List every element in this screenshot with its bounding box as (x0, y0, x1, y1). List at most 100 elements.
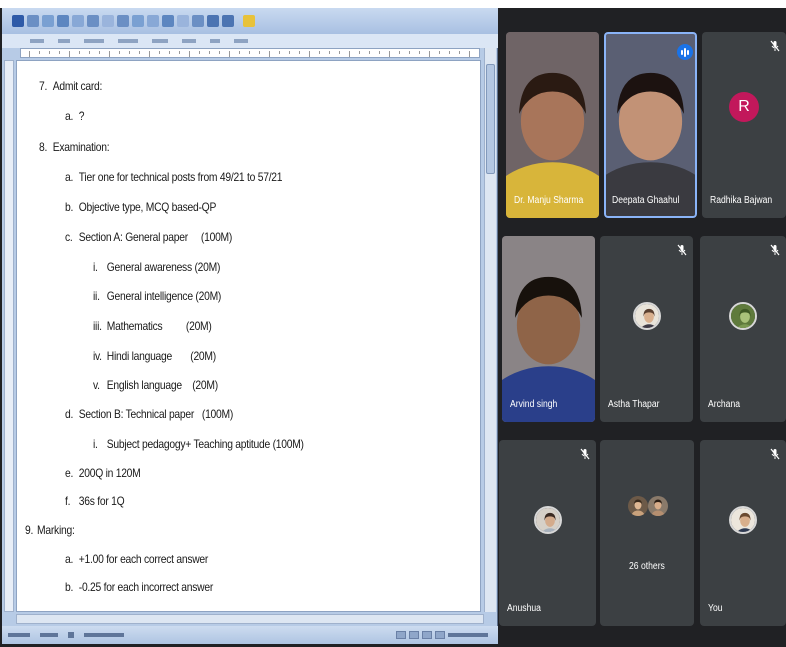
tab-references[interactable] (118, 39, 138, 43)
tab-insert[interactable] (58, 39, 70, 43)
tab-review[interactable] (182, 39, 196, 43)
ruler-tick (129, 51, 130, 54)
ruler-tick (409, 51, 410, 54)
redo-icon[interactable] (57, 15, 69, 27)
toolbar-icon[interactable] (207, 15, 219, 27)
document-line: b. -0.25 for each incorrect answer (65, 580, 213, 594)
ruler-tick (299, 51, 300, 54)
tab-addins[interactable] (234, 39, 248, 43)
tab-home[interactable] (30, 39, 44, 43)
mic-off-icon (580, 448, 590, 460)
ruler-tick (69, 51, 70, 57)
ruler-tick (99, 51, 100, 54)
vertical-scrollbar[interactable] (484, 48, 496, 612)
word-status-bar (2, 626, 498, 644)
list-item-text: 200Q in 120M (78, 466, 141, 480)
save-icon[interactable] (27, 15, 39, 27)
list-marker: iv. (93, 349, 102, 363)
horizontal-ruler[interactable] (20, 48, 480, 58)
list-marker: c. (65, 230, 73, 244)
proofing-icon[interactable] (68, 632, 74, 638)
ruler-tick (169, 51, 170, 54)
ruler-tick (189, 51, 190, 57)
participant-name: Arvind singh (510, 399, 558, 410)
vertical-ruler[interactable] (4, 60, 14, 612)
list-item-text: Examination: (52, 140, 110, 154)
ruler-tick (59, 51, 60, 54)
list-marker: 7. (39, 79, 48, 93)
toolbar-icon[interactable] (117, 15, 129, 27)
participant-tile[interactable]: Dr. Manju Sharma (506, 32, 599, 218)
list-marker: 10. (21, 609, 36, 611)
mic-off-icon (770, 448, 780, 460)
participant-tile[interactable]: Arvind singh (502, 236, 595, 422)
list-item-text: Section A: General paper (100M) (78, 230, 233, 244)
list-marker: ii. (93, 289, 100, 303)
print-layout-view-button[interactable] (396, 631, 406, 639)
toolbar-icon[interactable] (192, 15, 204, 27)
list-item-text: General intelligence (20M) (106, 289, 222, 303)
list-marker: a. (65, 170, 74, 184)
horizontal-scrollbar[interactable] (16, 614, 484, 624)
ruler-tick (289, 51, 290, 54)
word-count-status[interactable] (40, 633, 58, 637)
tab-mailings[interactable] (152, 39, 168, 43)
avatar (628, 496, 648, 516)
undo-icon[interactable] (42, 15, 54, 27)
toolbar-icon[interactable] (222, 15, 234, 27)
zoom-slider[interactable] (448, 633, 488, 637)
participant-video-feed (506, 32, 599, 218)
document-line: a. Tier one for technical posts from 49/2… (65, 170, 283, 184)
participant-tile[interactable]: Archana (700, 236, 786, 422)
toolbar-icon[interactable] (147, 15, 159, 27)
web-layout-view-button[interactable] (422, 631, 432, 639)
list-item-text: Section B: Technical paper (100M) (78, 407, 234, 421)
scrollbar-thumb[interactable] (486, 64, 495, 174)
folder-icon[interactable] (243, 15, 255, 27)
ruler-tick (229, 51, 230, 57)
participant-tile[interactable]: Deepata Ghaahul (604, 32, 697, 218)
ruler-tick (459, 51, 460, 54)
outline-view-button[interactable] (435, 631, 445, 639)
mic-off-icon (770, 244, 780, 256)
list-item-text: Result: (36, 609, 67, 611)
toolbar-icon[interactable] (102, 15, 114, 27)
document-line: 9. Marking: (25, 523, 75, 537)
full-screen-view-button[interactable] (409, 631, 419, 639)
participant-name: Deepata Ghaahul (612, 195, 680, 206)
list-marker: i. (93, 437, 98, 451)
page-count-status[interactable] (8, 633, 30, 637)
language-status[interactable] (84, 633, 124, 637)
participant-tile[interactable]: 26 others (600, 440, 694, 626)
ruler-tick (239, 51, 240, 54)
ruler-tick (29, 51, 30, 57)
toolbar-icon[interactable] (72, 15, 84, 27)
document-line: v. English language (20M) (93, 378, 218, 392)
participant-video-feed (502, 236, 595, 422)
list-item-text: Tier one for technical posts from 49/21 … (78, 170, 283, 184)
ruler-tick (479, 51, 480, 54)
list-item-text: -0.25 for each incorrect answer (78, 580, 214, 594)
toolbar-icon[interactable] (162, 15, 174, 27)
document-line: ii. General intelligence (20M) (93, 289, 221, 303)
toolbar-icon[interactable] (132, 15, 144, 27)
list-marker: d. (65, 407, 74, 421)
document-line: iii. Mathematics (20M) (93, 319, 212, 333)
tab-page-layout[interactable] (84, 39, 104, 43)
document-line: iv. Hindi language (20M) (93, 349, 216, 363)
participant-name: Anushua (507, 603, 541, 614)
ruler-tick (439, 51, 440, 54)
audio-level-icon (677, 44, 693, 60)
participant-tile[interactable]: R Radhika Bajwan (702, 32, 786, 218)
participant-tile[interactable]: You (700, 440, 786, 626)
participant-tile[interactable]: Astha Thapar (600, 236, 693, 422)
participant-tile[interactable]: Anushua (499, 440, 596, 626)
tab-view[interactable] (210, 39, 220, 43)
ruler-tick (309, 51, 310, 57)
toolbar-icon[interactable] (177, 15, 189, 27)
document-page[interactable]: 7. Admit card: a.? 8. Examination: a. Tier one… (16, 60, 481, 612)
document-line: b. Objective type, MCQ based-QP (65, 200, 216, 214)
avatar (648, 496, 668, 516)
toolbar-icon[interactable] (87, 15, 99, 27)
office-button-icon[interactable] (12, 15, 24, 27)
